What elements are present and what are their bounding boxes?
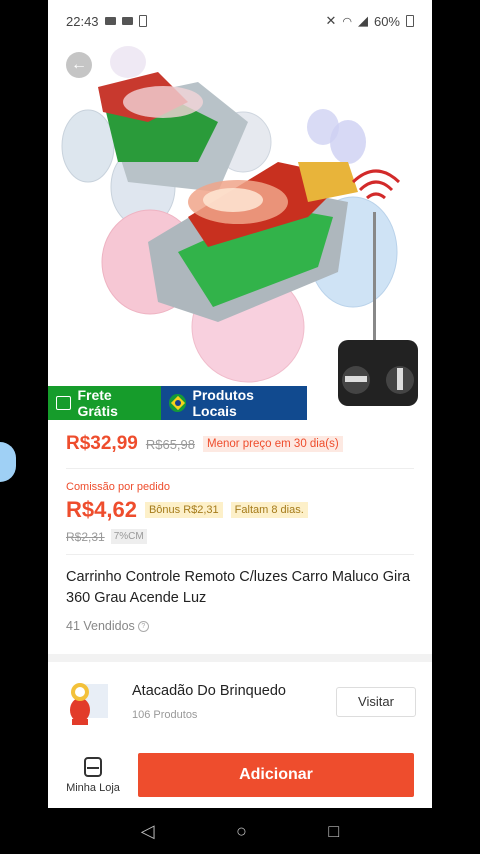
back-arrow-icon[interactable]: ← (66, 52, 92, 78)
battery-percent: 60% (373, 13, 400, 29)
nav-home-icon[interactable]: ○ (236, 821, 247, 842)
product-image[interactable] (48, 42, 432, 420)
bottom-action-bar: Minha Loja Adicionar (48, 742, 432, 808)
lowest-price-tag: Menor preço em 30 dia(s) (203, 436, 343, 452)
shop-logo (60, 672, 120, 732)
system-nav-bar: ◁ ○ □ (0, 808, 480, 854)
free-shipping-badge: Frete Grátis (48, 386, 161, 420)
commission-label: Comissão por pedido (66, 481, 170, 493)
visit-shop-button[interactable]: Visitar (336, 687, 416, 717)
free-shipping-label: Frete Grátis (77, 387, 118, 419)
current-price: R$32,99 (66, 433, 138, 454)
product-badges: Frete Grátis Produtos Locais (48, 386, 307, 420)
my-store-button[interactable]: Minha Loja (48, 756, 138, 794)
bonus-tag: Bônus R$2,31 (144, 502, 223, 518)
sold-count-row: 41 Vendidos ? (66, 619, 414, 633)
signal-icon: ◢ (357, 13, 368, 28)
commission-value: R$4,62 (66, 497, 137, 522)
local-products-label: Produtos Locais (192, 387, 254, 419)
brazil-flag-icon (169, 394, 187, 412)
section-divider (48, 654, 432, 662)
nav-back-icon[interactable]: ◁ (141, 821, 155, 842)
app-screen: 22:43 ✕ ◠ ◢ 60% ← Frete Grátis Produtos … (48, 0, 432, 808)
shop-card[interactable]: Atacadão Do Brinquedo 106 Produtos Visit… (48, 662, 432, 742)
shop-name: Atacadão Do Brinquedo (132, 683, 286, 699)
original-price: R$65,98 (145, 436, 195, 452)
sold-count: 41 Vendidos (66, 619, 135, 633)
price-row: R$32,99 R$65,98 Menor preço em 30 dia(s) (66, 420, 414, 469)
local-products-badge: Produtos Locais (161, 386, 307, 420)
battery-icon (406, 15, 414, 27)
question-icon[interactable]: ? (137, 620, 149, 632)
video-icon (121, 17, 133, 25)
remaining-days-tag: Faltam 8 dias. (230, 502, 308, 518)
mute-icon: ✕ (325, 13, 337, 28)
add-button[interactable]: Adicionar (138, 753, 414, 797)
wifi-icon: ◠ (342, 15, 352, 28)
shop-product-count: 106 Produtos (132, 709, 198, 721)
commission-row: R$4,62 Bônus R$2,31 Faltam 8 dias. (66, 497, 414, 523)
product-details: R$32,99 R$65,98 Menor preço em 30 dia(s)… (66, 420, 414, 633)
shipping-icon (56, 396, 72, 410)
status-time: 22:43 (66, 13, 99, 29)
commission-rate-tag: 7%CM (110, 529, 147, 544)
old-commission-value: R$2,31 (66, 529, 105, 544)
status-bar: 22:43 ✕ ◠ ◢ 60% (48, 0, 432, 42)
battery-small-icon (138, 15, 147, 27)
product-title: Carrinho Controle Remoto C/luzes Carro M… (66, 569, 411, 606)
store-icon (84, 756, 102, 777)
video-icon (104, 17, 116, 25)
floating-side-tab[interactable] (0, 442, 16, 482)
my-store-label: Minha Loja (66, 781, 120, 794)
old-commission-row: R$2,31 7%CM (66, 529, 414, 555)
nav-recents-icon[interactable]: □ (328, 821, 339, 842)
